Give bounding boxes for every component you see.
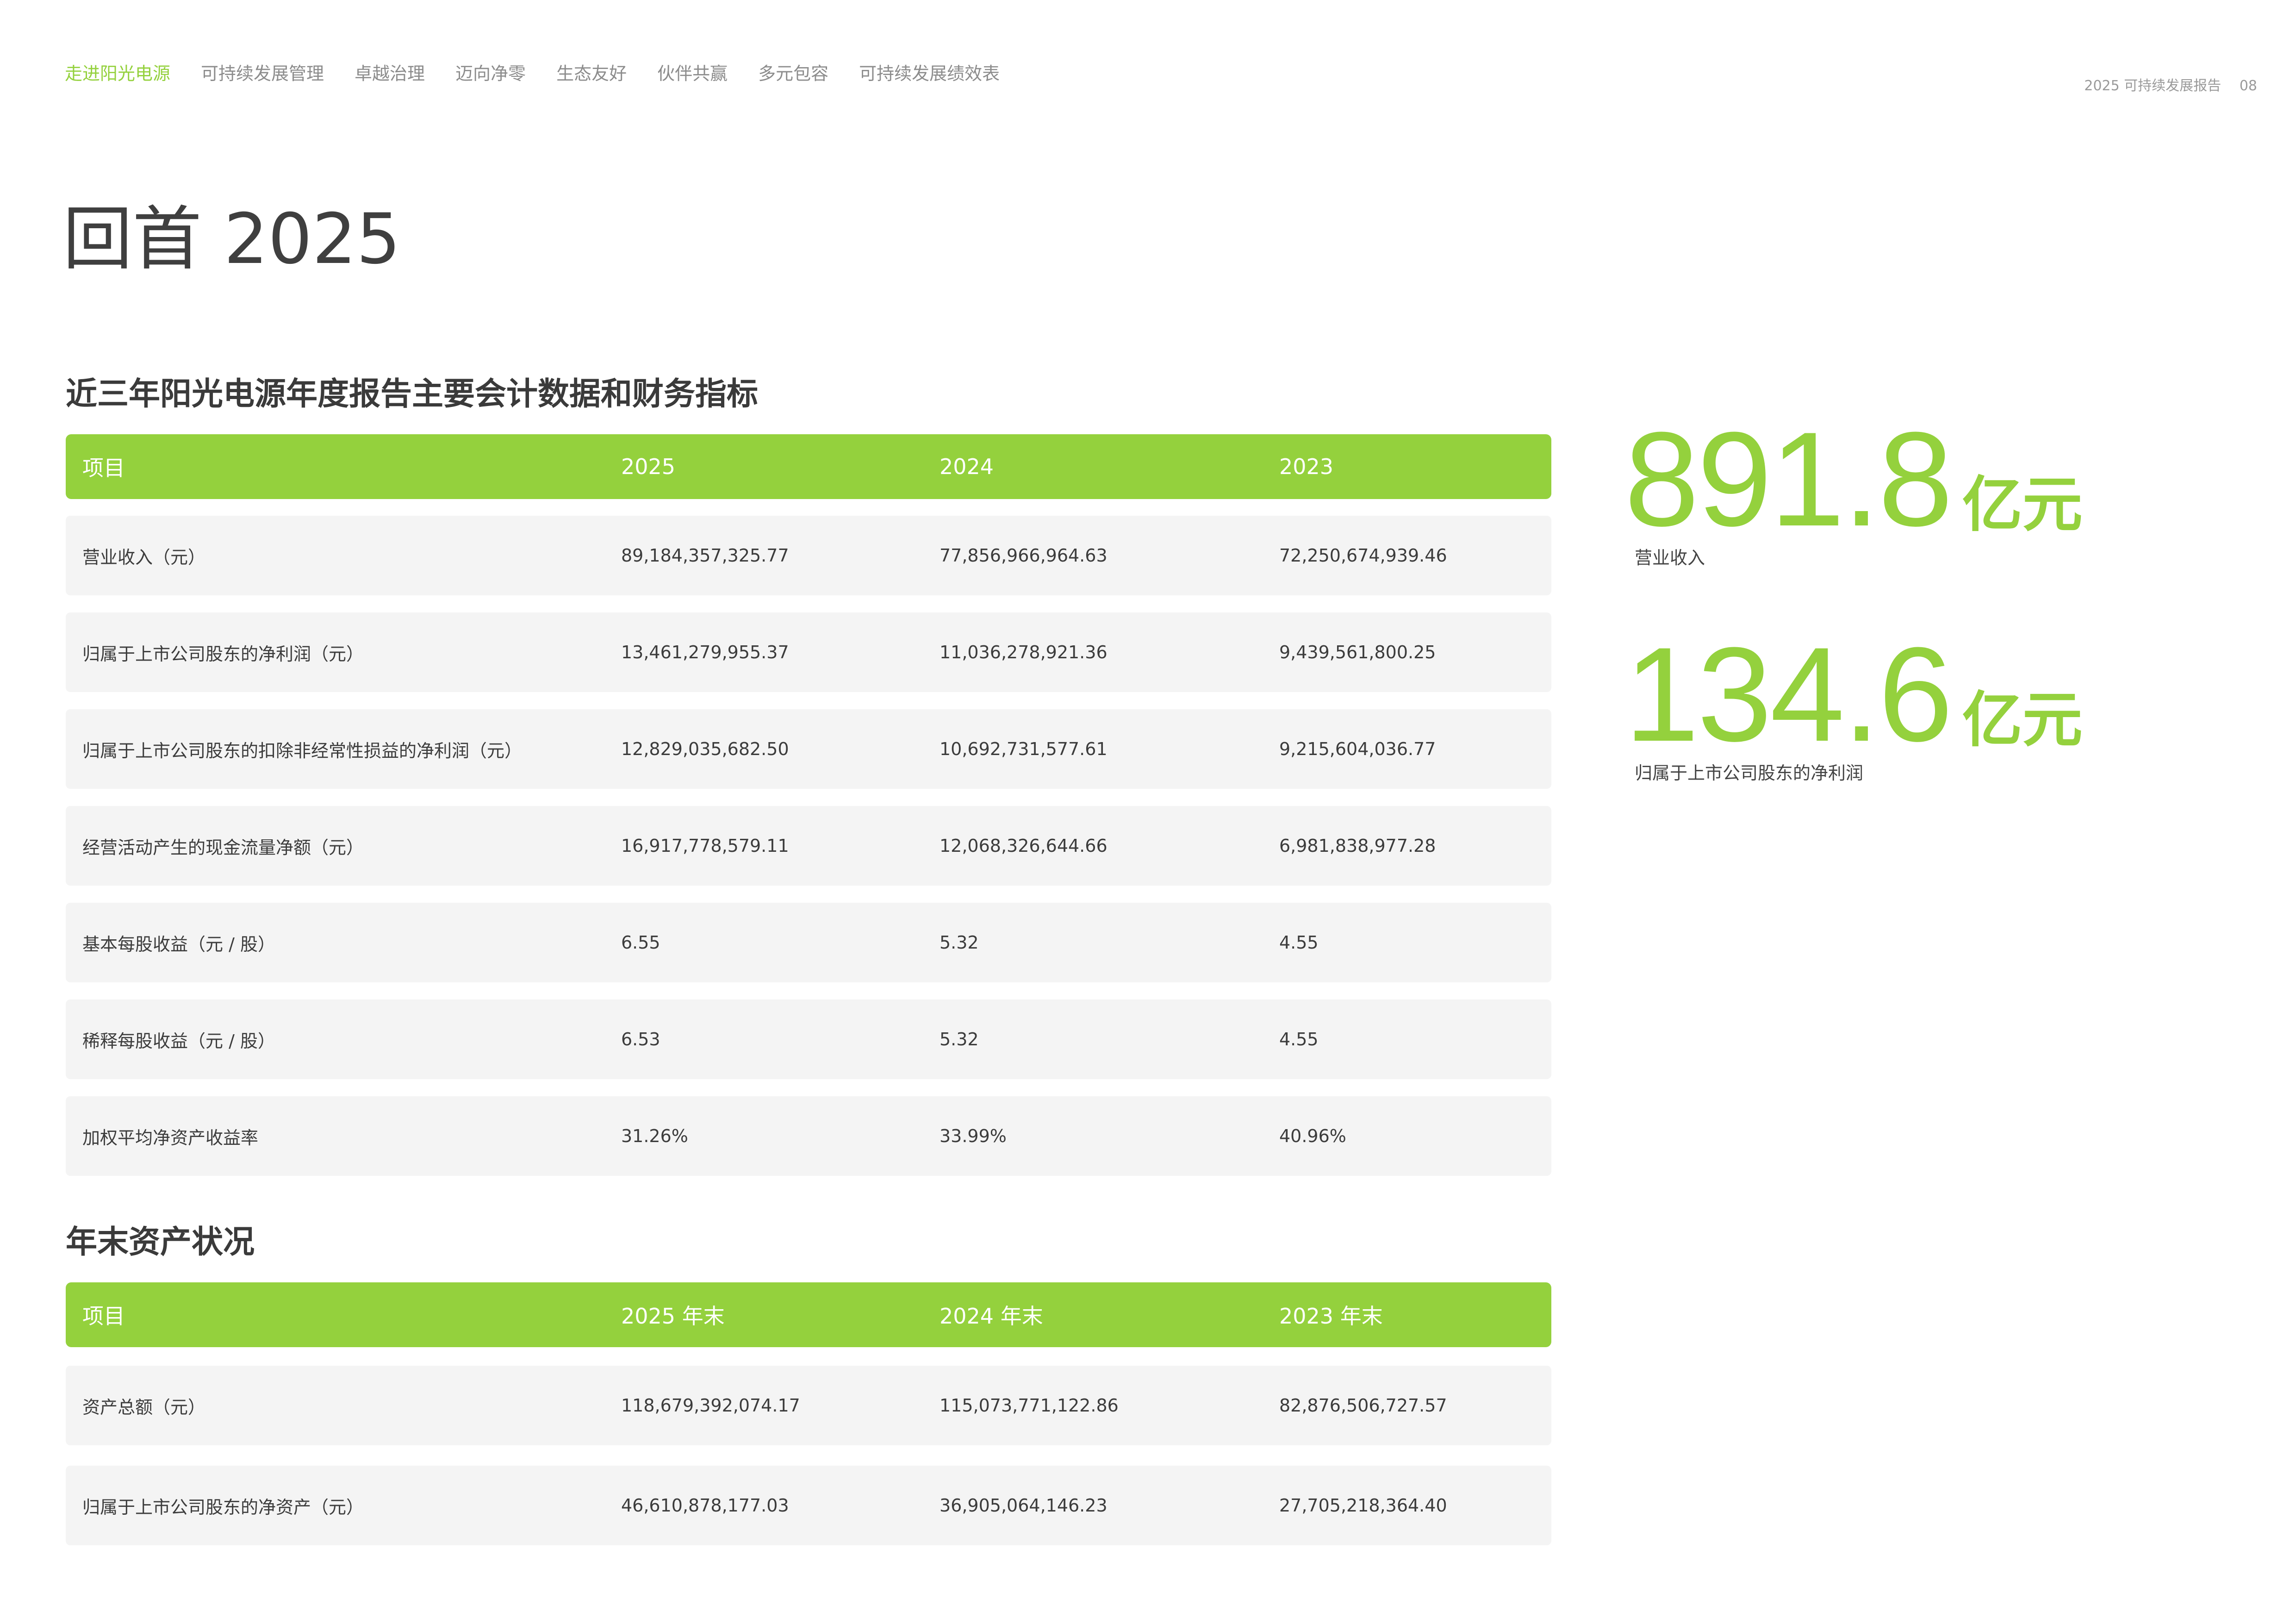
revenue-figure: 891.8 亿元 — [1624, 412, 2083, 546]
table-row: 归属于上市公司股东的净资产（元） 46,610,878,177.03 36,90… — [66, 1466, 1551, 1545]
header-cell: 项目 — [82, 1304, 125, 1329]
table-cell: 9,439,561,800.25 — [1279, 642, 1436, 662]
table-row: 资产总额（元） 118,679,392,074.17 115,073,771,1… — [66, 1366, 1551, 1445]
financial-section-title: 近三年阳光电源年度报告主要会计数据和财务指标 — [66, 376, 759, 412]
table-cell: 89,184,357,325.77 — [621, 545, 789, 566]
report-name: 2025 可持续发展报告 — [2084, 78, 2221, 94]
table-cell: 6.55 — [621, 932, 660, 953]
nav-item-about[interactable]: 走进阳光电源 — [65, 59, 170, 85]
table-row: 归属于上市公司股东的净利润（元） 13,461,279,955.37 11,03… — [66, 612, 1551, 692]
table-cell: 5.32 — [940, 1029, 979, 1049]
table-cell: 82,876,506,727.57 — [1279, 1395, 1447, 1416]
table-cell: 33.99% — [940, 1126, 1007, 1146]
header-cell: 2025 — [621, 454, 676, 479]
table-cell: 31.26% — [621, 1126, 688, 1146]
page-number: 08 — [2239, 78, 2257, 94]
table-cell: 12,068,326,644.66 — [940, 836, 1108, 856]
table-header-row: 项目 2025 年末 2024 年末 2023 年末 — [66, 1282, 1551, 1347]
table-row: 经营活动产生的现金流量净额（元） 16,917,778,579.11 12,06… — [66, 806, 1551, 886]
table-cell: 6.53 — [621, 1029, 660, 1049]
row-label: 归属于上市公司股东的净资产（元） — [82, 1497, 364, 1518]
nav-item-partners[interactable]: 伙伴共赢 — [657, 59, 728, 85]
table-cell: 4.55 — [1279, 932, 1319, 953]
header-cell: 项目 — [82, 456, 125, 481]
header-cell: 2024 年末 — [940, 1304, 1043, 1329]
row-label: 加权平均净资产收益率 — [82, 1127, 259, 1148]
nav-item-eco-friendly[interactable]: 生态友好 — [556, 59, 627, 85]
nav-item-diversity[interactable]: 多元包容 — [758, 59, 828, 85]
financial-table: 项目 2025 2024 2023 营业收入（元） 89,184,357,325… — [66, 434, 1551, 1193]
row-label: 营业收入（元） — [82, 547, 206, 568]
row-label: 归属于上市公司股东的净利润（元） — [82, 643, 364, 664]
table-cell: 6,981,838,977.28 — [1279, 836, 1436, 856]
table-cell: 36,905,064,146.23 — [940, 1495, 1108, 1516]
table-header-row: 项目 2025 2024 2023 — [66, 434, 1551, 499]
table-row: 归属于上市公司股东的扣除非经常性损益的净利润（元） 12,829,035,682… — [66, 709, 1551, 789]
table-cell: 27,705,218,364.40 — [1279, 1495, 1447, 1516]
table-cell: 115,073,771,122.86 — [940, 1395, 1119, 1416]
table-cell: 11,036,278,921.36 — [940, 642, 1108, 662]
top-nav: 走进阳光电源 可持续发展管理 卓越治理 迈向净零 生态友好 伙伴共赢 多元包容 … — [65, 59, 1030, 85]
net-profit-highlight: 134.6 亿元 归属于上市公司股东的净利润 — [1624, 627, 2083, 784]
table-cell: 77,856,966,964.63 — [940, 545, 1108, 566]
table-cell: 46,610,878,177.03 — [621, 1495, 789, 1516]
assets-section-title: 年末资产状况 — [66, 1224, 255, 1261]
revenue-highlight: 891.8 亿元 营业收入 — [1624, 412, 2083, 569]
table-cell: 13,461,279,955.37 — [621, 642, 789, 662]
net-profit-caption: 归属于上市公司股东的净利润 — [1635, 763, 1864, 783]
row-label: 资产总额（元） — [82, 1397, 206, 1418]
row-label: 基本每股收益（元 / 股） — [82, 934, 275, 955]
net-profit-unit: 亿元 — [1962, 685, 2083, 755]
table-cell: 10,692,731,577.61 — [940, 739, 1108, 759]
revenue-value: 891.8 — [1624, 404, 1953, 554]
assets-table: 项目 2025 年末 2024 年末 2023 年末 资产总额（元） 118,6… — [66, 1282, 1551, 1566]
table-cell: 16,917,778,579.11 — [621, 836, 789, 856]
nav-item-sustainability-management[interactable]: 可持续发展管理 — [201, 59, 324, 85]
net-profit-value: 134.6 — [1624, 619, 1953, 769]
revenue-unit: 亿元 — [1962, 469, 2083, 540]
table-row: 基本每股收益（元 / 股） 6.55 5.32 4.55 — [66, 903, 1551, 982]
table-row: 营业收入（元） 89,184,357,325.77 77,856,966,964… — [66, 516, 1551, 595]
net-profit-figure: 134.6 亿元 — [1624, 627, 2083, 762]
row-label: 稀释每股收益（元 / 股） — [82, 1031, 275, 1051]
header-cell: 2025 年末 — [621, 1304, 725, 1329]
table-cell: 12,829,035,682.50 — [621, 739, 789, 759]
header-cell: 2024 — [940, 454, 994, 479]
table-cell: 9,215,604,036.77 — [1279, 739, 1436, 759]
header-cell: 2023 年末 — [1279, 1304, 1383, 1329]
nav-item-governance[interactable]: 卓越治理 — [355, 59, 425, 85]
page-meta: 2025 可持续发展报告 08 — [2084, 74, 2257, 94]
table-cell: 40.96% — [1279, 1126, 1346, 1146]
table-cell: 118,679,392,074.17 — [621, 1395, 800, 1416]
table-cell: 5.32 — [940, 932, 979, 953]
table-row: 加权平均净资产收益率 31.26% 33.99% 40.96% — [66, 1096, 1551, 1176]
row-label: 经营活动产生的现金流量净额（元） — [82, 837, 364, 858]
table-cell: 4.55 — [1279, 1029, 1319, 1049]
table-cell: 72,250,674,939.46 — [1279, 545, 1447, 566]
nav-item-net-zero[interactable]: 迈向净零 — [455, 59, 526, 85]
page-title: 回首 2025 — [63, 199, 401, 280]
nav-item-performance-table[interactable]: 可持续发展绩效表 — [859, 59, 1000, 85]
header-cell: 2023 — [1279, 454, 1334, 479]
row-label: 归属于上市公司股东的扣除非经常性损益的净利润（元） — [82, 740, 523, 761]
table-row: 稀释每股收益（元 / 股） 6.53 5.32 4.55 — [66, 999, 1551, 1079]
